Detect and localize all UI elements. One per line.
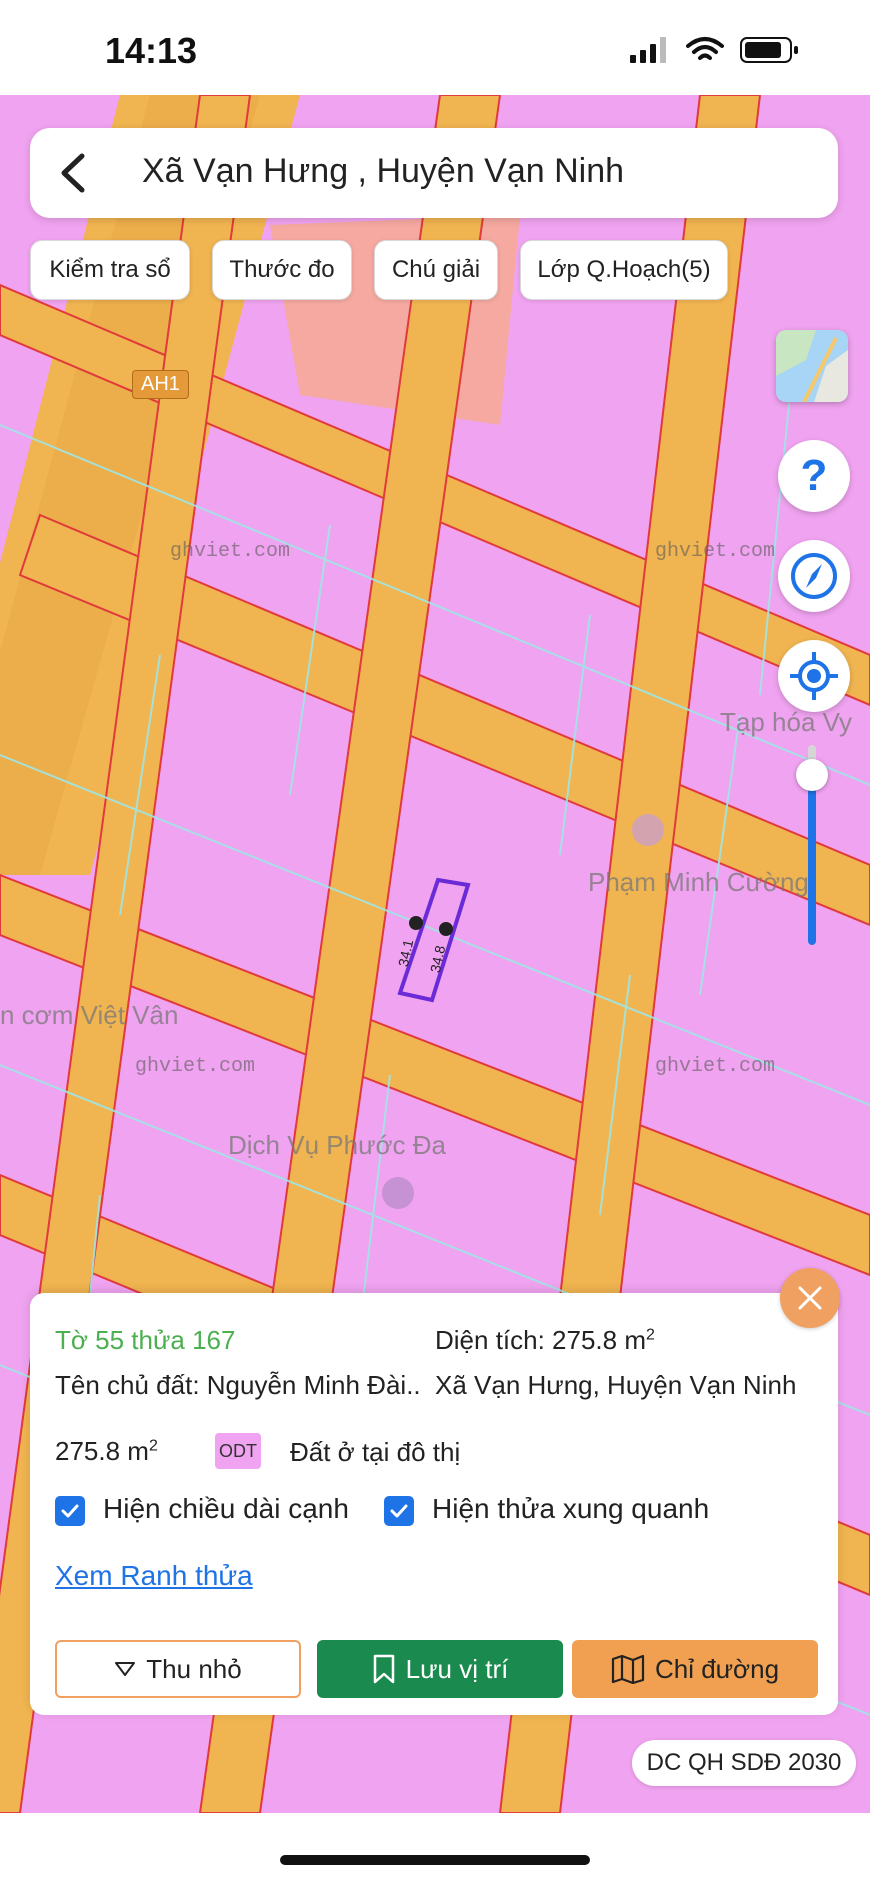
save-location-button[interactable]: Lưu vị trí bbox=[317, 1640, 563, 1698]
page-title: Xã Vạn Hưng , Huyện Vạn Ninh bbox=[142, 152, 625, 190]
legend-chip[interactable]: Chú giải bbox=[374, 240, 498, 300]
map-icon bbox=[611, 1654, 645, 1684]
watermark: ghviet.com bbox=[655, 540, 776, 563]
watermark: ghviet.com bbox=[135, 1055, 256, 1078]
check-icon bbox=[61, 1504, 79, 1518]
show-neighbors-label: Hiện thửa xung quanh bbox=[432, 1493, 710, 1524]
map-layer-icon bbox=[776, 330, 848, 402]
poi-label: n cơm Việt Vân bbox=[0, 1000, 179, 1030]
close-panel-button[interactable] bbox=[780, 1268, 840, 1328]
close-icon bbox=[798, 1286, 822, 1310]
collapse-button[interactable]: Thu nhỏ bbox=[55, 1640, 301, 1698]
map-layer-toggle[interactable] bbox=[776, 330, 848, 402]
watermark: ghviet.com bbox=[170, 540, 291, 563]
my-location-button[interactable] bbox=[778, 640, 850, 712]
directions-label: Chỉ đường bbox=[654, 1653, 780, 1684]
show-neighbors-checkbox[interactable] bbox=[384, 1496, 414, 1526]
chevron-left-icon bbox=[61, 153, 85, 193]
parcel-location: Xã Vạn Hưng, Huyện Vạn Ninh bbox=[435, 1370, 797, 1400]
land-area-value-text: 275.8 m bbox=[55, 1436, 149, 1466]
check-certificate-chip[interactable]: Kiểm tra sổ bbox=[30, 240, 190, 300]
show-edge-length-label: Hiện chiều dài cạnh bbox=[103, 1493, 349, 1524]
measure-chip[interactable]: Thước đo bbox=[212, 240, 352, 300]
collapse-label: Thu nhỏ bbox=[146, 1653, 242, 1684]
parcel-number: Tờ 55 thửa 167 bbox=[55, 1325, 236, 1355]
compass-icon bbox=[791, 553, 837, 599]
help-button[interactable]: ? bbox=[778, 440, 850, 512]
wifi-icon bbox=[686, 36, 724, 69]
signal-icon bbox=[630, 37, 670, 68]
home-indicator bbox=[280, 1855, 590, 1865]
help-icon: ? bbox=[800, 451, 828, 500]
view-boundary-link[interactable]: Xem Ranh thửa bbox=[55, 1560, 253, 1592]
back-button[interactable] bbox=[50, 148, 100, 198]
owner-name: Tên chủ đất: Nguyễn Minh Đài.. bbox=[55, 1370, 421, 1400]
triangle-down-icon bbox=[115, 1662, 136, 1676]
planning-layer-badge[interactable]: DC QH SDĐ 2030 bbox=[632, 1740, 856, 1786]
directions-button[interactable]: Chỉ đường bbox=[572, 1640, 818, 1698]
land-type: Đất ở tại đô thị bbox=[290, 1437, 461, 1467]
parcel-area-label: Diện tích: 275.8 m bbox=[435, 1325, 646, 1355]
land-area-value: 275.8 m2 bbox=[55, 1436, 158, 1467]
save-location-label: Lưu vị trí bbox=[405, 1653, 509, 1684]
zoom-slider-handle[interactable] bbox=[796, 759, 828, 791]
parcel-area: Diện tích: 275.8 m2 bbox=[435, 1325, 655, 1356]
status-time: 14:13 bbox=[105, 30, 198, 71]
watermark: ghviet.com bbox=[655, 1055, 776, 1078]
land-code-badge: ODT bbox=[215, 1433, 261, 1469]
parcel-area-unit-sup: 2 bbox=[646, 1326, 655, 1344]
show-edge-length-checkbox[interactable] bbox=[55, 1496, 85, 1526]
location-header: Xã Vạn Hưng , Huyện Vạn Ninh bbox=[30, 128, 838, 218]
bookmark-icon bbox=[373, 1654, 394, 1684]
status-bar: 14:13 bbox=[0, 0, 870, 95]
battery-icon bbox=[740, 36, 800, 69]
zoom-slider-fill bbox=[808, 775, 816, 945]
check-icon bbox=[390, 1504, 408, 1518]
poi-label: Tạp hóa Vy bbox=[720, 707, 853, 737]
land-area-value-sup: 2 bbox=[148, 1437, 158, 1455]
poi-label: Dịch Vụ Phước Đa bbox=[228, 1130, 446, 1160]
compass-button[interactable] bbox=[778, 540, 850, 612]
road-label: AH1 bbox=[132, 370, 189, 399]
poi-label: Phạm Minh Cường bbox=[588, 867, 809, 897]
planning-layers-chip[interactable]: Lớp Q.Hoạch(5) bbox=[520, 240, 728, 300]
status-icons bbox=[630, 36, 800, 69]
crosshair-icon bbox=[790, 652, 838, 700]
